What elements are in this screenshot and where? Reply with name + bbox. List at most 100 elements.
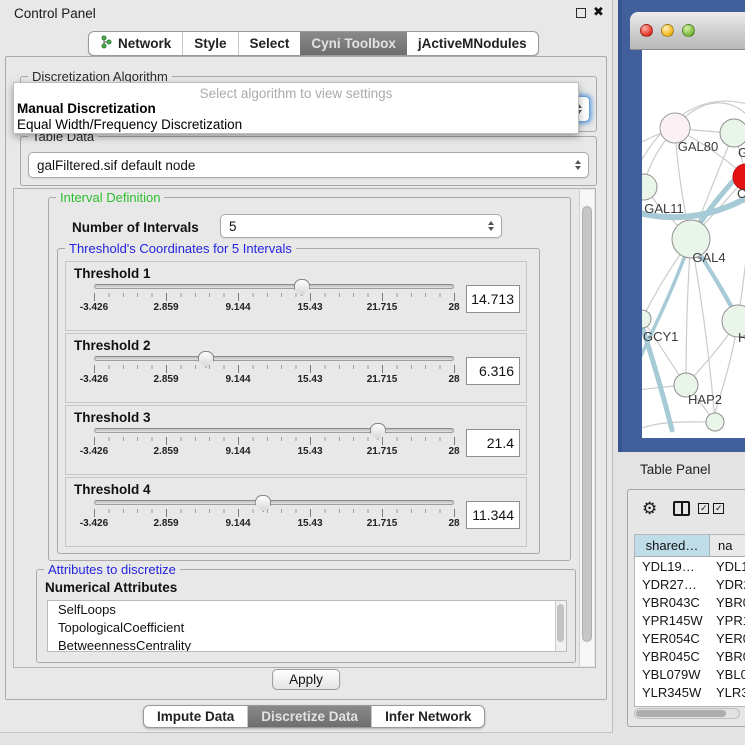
table-row[interactable]: YPR145WYPR1: [635, 611, 745, 629]
node-gal11[interactable]: [642, 174, 657, 200]
tab-label: Network: [118, 36, 171, 51]
control-panel-tab-bar: Network Style Select Cyni Toolbox jActiv…: [88, 31, 539, 56]
tab-impute-data[interactable]: Impute Data: [144, 706, 247, 727]
table-row[interactable]: YBR045CYBR0: [635, 647, 745, 665]
close-icon[interactable]: ✖: [593, 4, 604, 20]
settings-scroll-region: Interval Definition Number of Intervals …: [13, 188, 596, 668]
checkbox-icon[interactable]: ✓: [698, 503, 709, 514]
tick-label: 28: [448, 518, 459, 529]
column-header-name[interactable]: na: [710, 535, 745, 556]
group-title: Threshold's Coordinates for 5 Intervals: [65, 241, 296, 256]
table-panel-window: ⚙ ✓ ✓ shared… na YDL19…YDL1 YDR27…YDR2 Y…: [627, 489, 745, 727]
tab-label: Style: [194, 36, 226, 51]
gear-icon[interactable]: ⚙: [642, 500, 657, 517]
table-row[interactable]: YDL19…YDL1: [635, 557, 745, 575]
table-header-row: shared… na: [635, 535, 745, 557]
table-row[interactable]: YBL079WYBL0: [635, 665, 745, 683]
table-row[interactable]: YLR345WYLR3: [635, 683, 745, 701]
network-icon: [100, 35, 113, 52]
threshold-slider[interactable]: [94, 284, 454, 289]
tick-label: -3.426: [80, 302, 108, 313]
numerical-attributes-list[interactable]: SelfLoops TopologicalCoefficient Between…: [47, 600, 567, 652]
threshold-value-field[interactable]: 21.4: [466, 429, 520, 457]
node-gcy1[interactable]: [642, 310, 651, 328]
apply-button[interactable]: Apply: [272, 669, 340, 690]
threshold-slider[interactable]: [94, 356, 454, 361]
tab-label: Cyni Toolbox: [311, 36, 396, 51]
table-row[interactable]: YDR27…YDR2: [635, 575, 745, 593]
tab-cyni-toolbox[interactable]: Cyni Toolbox: [300, 32, 407, 55]
threshold-title: Threshold 2: [74, 338, 526, 353]
tick-label: -3.426: [80, 374, 108, 385]
table-row[interactable]: YIL052CYIL0: [635, 701, 745, 707]
numerical-attributes-label: Numerical Attributes: [45, 580, 177, 595]
table-horizontal-scrollbar[interactable]: [634, 708, 740, 719]
list-item[interactable]: SelfLoops: [48, 601, 566, 619]
slider-ticks: [94, 509, 455, 517]
attributes-to-discretize-group: Attributes to discretize Numerical Attri…: [36, 569, 576, 663]
table-row[interactable]: YBR043CYBR0: [635, 593, 745, 611]
group-title: Attributes to discretize: [44, 562, 180, 577]
scrollbar-thumb[interactable]: [582, 206, 592, 642]
column-layout-icon[interactable]: [673, 501, 690, 516]
number-of-intervals-label: Number of Intervals: [72, 220, 199, 235]
node-bottom[interactable]: [706, 413, 724, 431]
table-row[interactable]: YER054CYER0: [635, 629, 745, 647]
threshold-value-field[interactable]: 6.316: [466, 357, 520, 385]
threshold-slider[interactable]: [94, 500, 454, 505]
tab-network[interactable]: Network: [89, 32, 182, 55]
list-item[interactable]: BetweennessCentrality: [48, 637, 566, 652]
dropdown-hint: Select algorithm to view settings: [14, 83, 578, 101]
threshold-value-field[interactable]: 14.713: [466, 285, 520, 313]
threshold-title: Threshold 3: [74, 410, 526, 425]
threshold-panel: Threshold 1 -3.426 2.859 9.144: [65, 261, 527, 331]
checkbox-icon[interactable]: ✓: [713, 503, 724, 514]
tab-jactivemnodules[interactable]: jActiveMNodules: [407, 32, 538, 55]
tab-style[interactable]: Style: [182, 32, 237, 55]
scrollbar-thumb[interactable]: [636, 710, 726, 717]
node-label: HAP2: [688, 392, 722, 407]
tick-label: 9.144: [225, 374, 250, 385]
tab-discretize-data[interactable]: Discretize Data: [247, 706, 371, 727]
tab-label: jActiveMNodules: [418, 36, 527, 51]
node-top-right[interactable]: [720, 119, 745, 147]
tab-select[interactable]: Select: [238, 32, 301, 55]
column-header-shared-name[interactable]: shared…: [635, 535, 710, 556]
tick-label: 28: [448, 302, 459, 313]
table-panel-toolbar: ⚙ ✓ ✓: [642, 500, 724, 517]
tick-label: 2.859: [153, 374, 178, 385]
list-item[interactable]: TopologicalCoefficient: [48, 619, 566, 637]
slider-ticks: [94, 293, 455, 301]
tick-label: 15.43: [297, 446, 322, 457]
zoom-traffic-light-icon[interactable]: [682, 24, 695, 37]
tick-label: 2.859: [153, 518, 178, 529]
node-label: H: [738, 330, 745, 345]
group-title: Interval Definition: [56, 190, 164, 205]
window-title: Control Panel: [14, 6, 96, 21]
tab-infer-network[interactable]: Infer Network: [371, 706, 484, 727]
table-data-select[interactable]: galFiltered.sif default node: [28, 152, 589, 178]
tick-label: 21.715: [367, 518, 398, 529]
cyni-toolbox-panel: Discretization Algorithm Select algorith…: [5, 56, 607, 700]
threshold-value-field[interactable]: 11.344: [466, 501, 520, 529]
tick-label: 15.43: [297, 302, 322, 313]
threshold-title: Threshold 1: [74, 266, 526, 281]
slider-ticks: [94, 437, 455, 445]
float-window-icon[interactable]: [576, 8, 586, 18]
threshold-slider[interactable]: [94, 428, 454, 433]
network-canvas[interactable]: GAL80 G GAL11 C GAL4 GCY1 H HAP2: [642, 50, 745, 438]
settings-scrollbar[interactable]: [579, 190, 594, 666]
close-traffic-light-icon[interactable]: [640, 24, 653, 37]
table-data-select-value: galFiltered.sif default node: [29, 158, 570, 173]
tick-label: 15.43: [297, 518, 322, 529]
dropdown-item-manual-discretization[interactable]: Manual Discretization: [14, 101, 578, 117]
minimize-traffic-light-icon[interactable]: [661, 24, 674, 37]
list-scrollbar[interactable]: [555, 601, 566, 651]
interval-definition-group: Interval Definition Number of Intervals …: [48, 197, 571, 561]
slider-tick-labels: -3.426 2.859 9.144 15.43 21.715 28: [94, 374, 454, 386]
tick-label: 15.43: [297, 374, 322, 385]
node-table: shared… na YDL19…YDL1 YDR27…YDR2 YBR043C…: [634, 534, 745, 707]
network-window-titlebar[interactable]: [630, 12, 745, 50]
number-of-intervals-select[interactable]: 5: [220, 214, 502, 238]
dropdown-item-equal-width-frequency[interactable]: Equal Width/Frequency Discretization: [14, 117, 578, 133]
